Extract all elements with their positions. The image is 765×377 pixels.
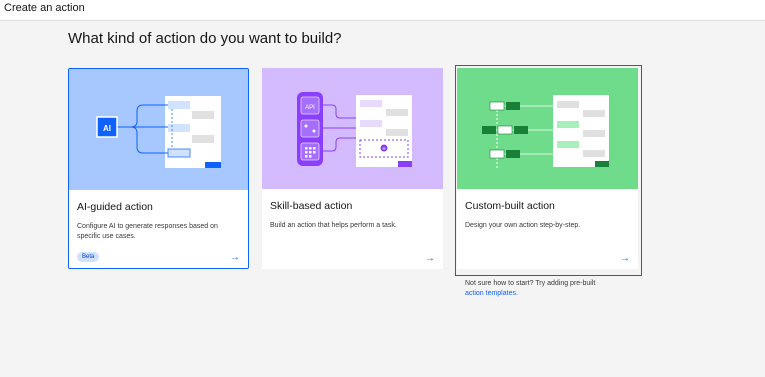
custom-built-illustration	[457, 68, 638, 189]
custom-built-card-description: Design your own action step-by-step.	[465, 222, 581, 229]
skill-based-card-description: Build an action that helps perform a tas…	[270, 222, 397, 229]
skill-based-illustration: API +	[262, 68, 443, 189]
skill-based-card-title: Skill-based action	[270, 200, 353, 212]
ai-guided-card-description: Configure AI to generate responses based…	[77, 223, 218, 240]
ai-guided-illustration: AI	[69, 69, 248, 190]
window-title: Create an action	[4, 2, 85, 14]
arrow-right-icon[interactable]: →	[620, 253, 630, 264]
custom-built-card-title: Custom-built action	[465, 200, 555, 212]
api-chip-label: API	[305, 105, 315, 111]
ai-guided-action-card[interactable]: AI AI-guided action Configure AI to gene…	[68, 68, 249, 269]
svg-text:+: +	[382, 147, 386, 153]
arrow-right-icon[interactable]: →	[230, 252, 240, 263]
skill-based-action-card[interactable]: API + Skill-based action Build an action…	[262, 68, 443, 269]
beta-badge: Beta	[77, 252, 100, 262]
help-text: Not sure how to start? Try adding pre-bu…	[465, 279, 595, 299]
arrow-right-icon[interactable]: →	[425, 253, 435, 264]
page-heading: What kind of action do you want to build…	[68, 30, 342, 47]
help-prompt: Not sure how to start? Try adding pre-bu…	[465, 280, 596, 287]
action-templates-link[interactable]: action templates.	[465, 290, 518, 297]
custom-built-action-card[interactable]: Custom-built action Design your own acti…	[457, 68, 638, 269]
top-bar: Create an action	[0, 0, 765, 21]
ai-chip-label: AI	[103, 124, 111, 133]
ai-guided-card-title: AI-guided action	[77, 201, 153, 213]
